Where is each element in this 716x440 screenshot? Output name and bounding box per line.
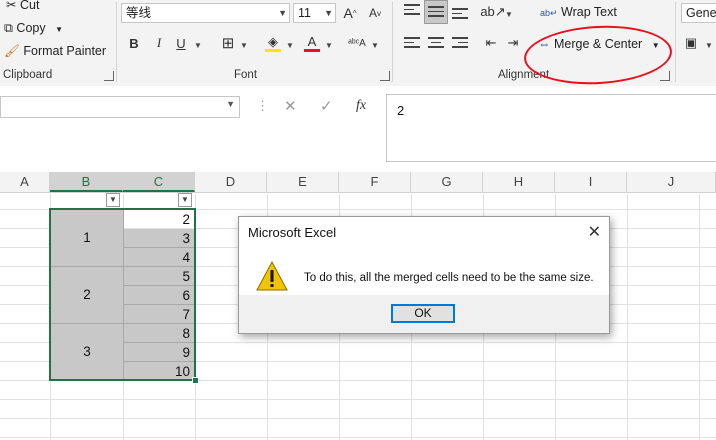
formula-value: 2 xyxy=(397,103,405,118)
chevron-down-icon[interactable]: ▼ xyxy=(286,41,294,50)
font-size-select[interactable]: 11 ▼ xyxy=(293,3,336,23)
grid-line xyxy=(699,192,700,440)
close-icon[interactable]: ✕ xyxy=(588,222,601,242)
grid-line xyxy=(0,399,716,400)
formula-input[interactable]: 2 xyxy=(386,94,716,162)
filter-dropdown-b[interactable]: ▼ xyxy=(106,193,120,207)
increase-font-size-icon[interactable]: A ^ xyxy=(340,3,360,23)
chevron-down-icon[interactable]: ▼ xyxy=(371,41,379,50)
ribbon-separator xyxy=(392,2,393,82)
accounting-format-icon[interactable]: ▣ xyxy=(681,33,701,53)
bottom-align-icon[interactable] xyxy=(452,8,468,22)
insert-function-button[interactable]: fx xyxy=(356,98,366,114)
column-header-a[interactable]: A xyxy=(0,172,50,192)
wrap-text-icon: ab↵ xyxy=(540,8,558,18)
ok-button[interactable]: OK xyxy=(391,304,455,323)
fill-handle[interactable] xyxy=(192,377,199,384)
chevron-down-icon[interactable]: ▼ xyxy=(240,41,248,50)
cancel-icon[interactable]: ✕ xyxy=(284,97,297,115)
grid-line xyxy=(0,418,716,419)
chevron-down-icon: ▼ xyxy=(324,8,333,18)
column-header-b[interactable]: B xyxy=(50,172,123,192)
chevron-down-icon: ▼ xyxy=(278,8,287,18)
alert-dialog: Microsoft Excel ✕ To do this, all the me… xyxy=(238,216,610,334)
font-color-icon[interactable]: A xyxy=(302,33,322,53)
chevron-down-icon: ▼ xyxy=(55,25,64,34)
font-name-select[interactable]: 等线 ▼ xyxy=(121,3,290,23)
phonetic-guide-icon[interactable]: ᵃᵇᶜA xyxy=(347,33,367,53)
column-header-row: A B C D E F G H I J xyxy=(0,172,716,193)
wrap-text-button[interactable]: ab↵ Wrap Text xyxy=(540,5,617,19)
chevron-down-icon[interactable]: ▼ xyxy=(194,41,202,50)
underline-button[interactable]: U xyxy=(171,33,191,53)
copy-icon: ⧉ xyxy=(4,21,13,35)
column-header-j[interactable]: J xyxy=(627,172,716,192)
chevron-down-icon[interactable]: ▼ xyxy=(705,41,713,50)
chevron-down-icon[interactable]: ▼ xyxy=(325,41,333,50)
column-header-i[interactable]: I xyxy=(555,172,627,192)
font-group-label: Font xyxy=(234,69,258,81)
column-header-g[interactable]: G xyxy=(411,172,483,192)
selection-border xyxy=(49,208,196,381)
clipboard-group-label: Clipboard xyxy=(3,69,53,81)
cut-button[interactable]: ✂ Cut xyxy=(6,0,39,12)
dialog-message: To do this, all the merged cells need to… xyxy=(304,272,594,284)
formula-bar-area: ▼ ⋮ ✕ ✓ fx 2 xyxy=(0,86,716,172)
font-dialog-launcher[interactable] xyxy=(380,71,390,81)
warning-icon xyxy=(256,261,288,291)
enter-icon[interactable]: ✓ xyxy=(320,97,333,115)
align-left-icon[interactable] xyxy=(404,37,420,51)
copy-button[interactable]: ⧉ Copy ▼ xyxy=(4,21,63,36)
dialog-body: To do this, all the merged cells need to… xyxy=(239,247,609,295)
scissors-icon: ✂ xyxy=(6,0,17,12)
grid-line xyxy=(627,192,628,440)
decrease-indent-icon[interactable]: ⇤ xyxy=(481,33,501,53)
align-right-icon[interactable] xyxy=(452,37,468,51)
ribbon: ✂ Cut ⧉ Copy ▼ 🖌 Format Painter Clipboar… xyxy=(0,0,716,88)
dialog-title: Microsoft Excel xyxy=(248,225,337,240)
chevron-down-icon[interactable]: ▼ xyxy=(505,10,513,19)
column-header-f[interactable]: F xyxy=(339,172,411,192)
middle-align-icon xyxy=(428,6,444,20)
dialog-titlebar[interactable]: Microsoft Excel ✕ xyxy=(239,217,609,247)
chevron-down-icon[interactable]: ▼ xyxy=(226,99,235,109)
top-align-icon[interactable] xyxy=(404,4,420,18)
borders-icon[interactable]: ⊞ xyxy=(218,33,238,53)
paintbrush-icon: 🖌 xyxy=(4,44,20,58)
ribbon-separator xyxy=(116,2,117,82)
middle-align-button[interactable] xyxy=(424,0,448,24)
increase-indent-icon[interactable]: ⇥ xyxy=(503,33,523,53)
fill-color-icon[interactable]: ◈ xyxy=(263,33,283,53)
ribbon-separator xyxy=(675,2,676,82)
column-header-e[interactable]: E xyxy=(267,172,339,192)
grid-line xyxy=(0,437,716,438)
clipboard-dialog-launcher[interactable] xyxy=(104,71,114,81)
resize-handle-icon[interactable]: ⋮ xyxy=(256,98,269,114)
orientation-icon[interactable]: ab↗ xyxy=(480,2,505,22)
red-annotation-circle xyxy=(522,22,674,88)
alignment-dialog-launcher[interactable] xyxy=(660,71,670,81)
column-header-d[interactable]: D xyxy=(195,172,267,192)
column-header-c[interactable]: C xyxy=(123,172,195,192)
format-painter-button[interactable]: 🖌 Format Painter xyxy=(4,44,106,59)
italic-button[interactable]: I xyxy=(149,33,169,53)
column-header-h[interactable]: H xyxy=(483,172,555,192)
align-center-icon[interactable] xyxy=(428,37,444,51)
number-format-select[interactable]: Gener xyxy=(681,3,716,23)
name-box[interactable]: ▼ xyxy=(0,96,240,118)
filter-dropdown-c[interactable]: ▼ xyxy=(178,193,192,207)
decrease-font-size-icon[interactable]: Av xyxy=(365,3,385,23)
bold-button[interactable]: B xyxy=(124,33,144,53)
